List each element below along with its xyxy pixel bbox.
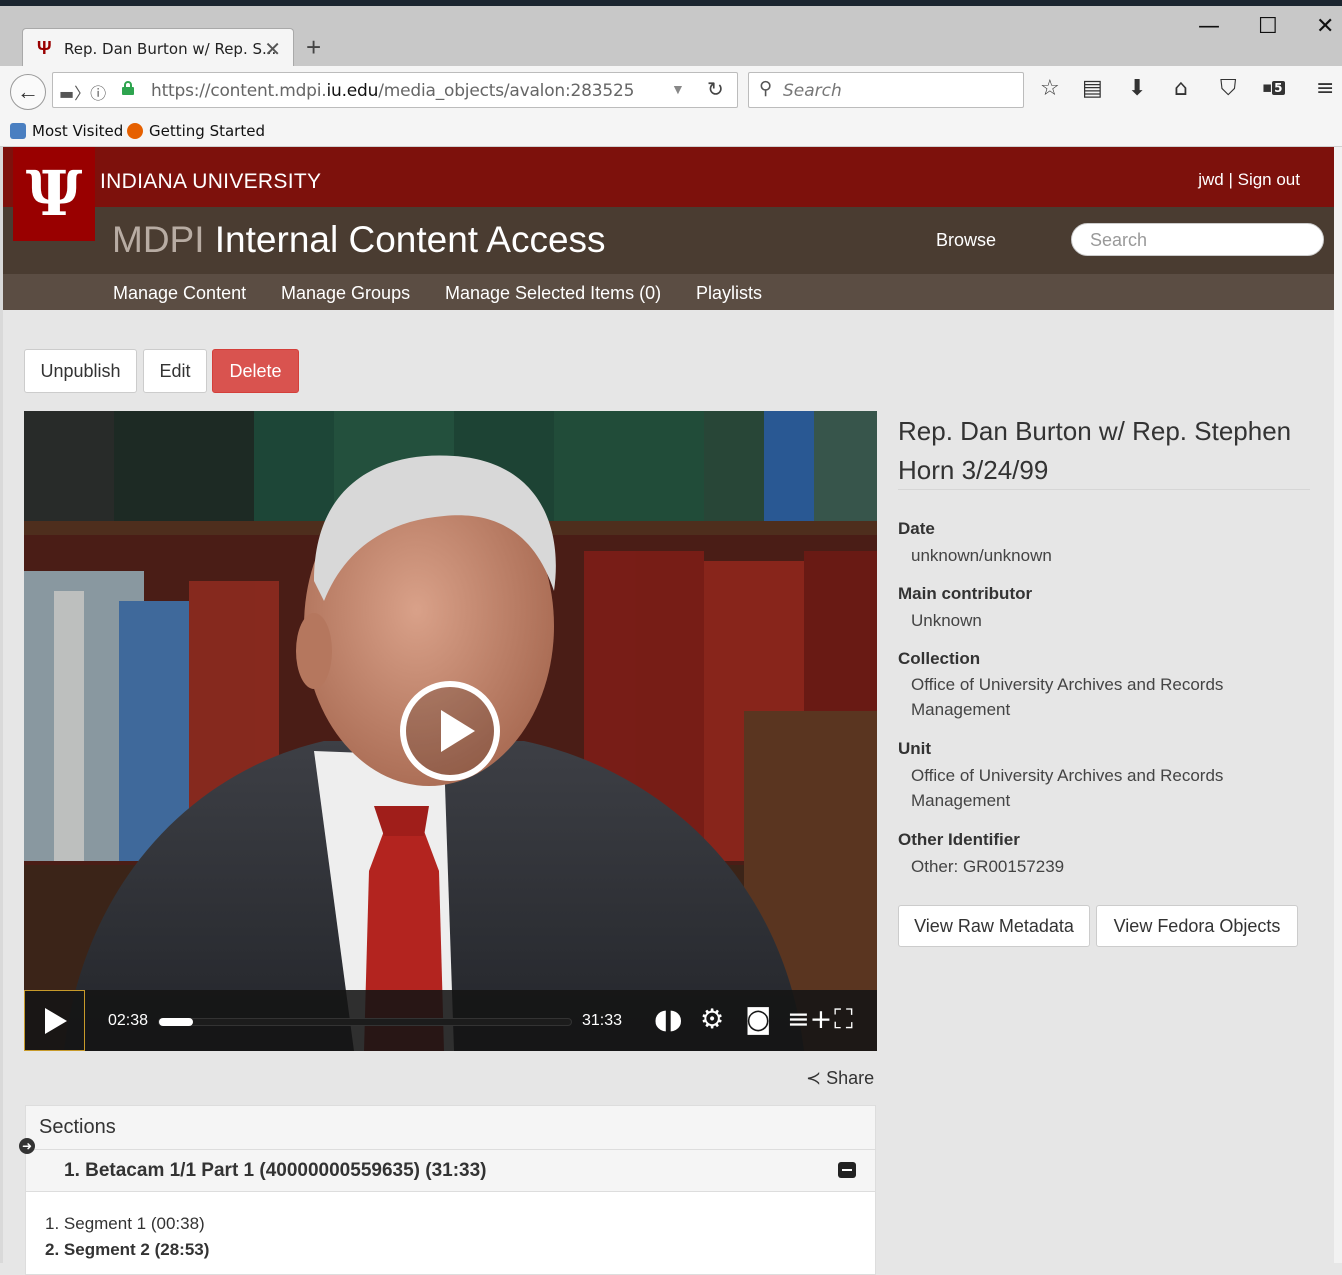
meta-value-unit: Office of University Archives and Record…: [911, 766, 1224, 810]
page-scrollbar-track[interactable]: [1334, 147, 1342, 1263]
browse-link[interactable]: Browse: [936, 230, 996, 251]
view-raw-metadata-button[interactable]: View Raw Metadata: [898, 905, 1090, 947]
navigation-toolbar: ← ▬〉ⓘ https://content.mdpi.iu.edu/media_…: [0, 66, 1342, 116]
url-dropdown-icon[interactable]: ▼: [671, 81, 685, 97]
bookmark-most-visited[interactable]: Most Visited: [10, 122, 123, 140]
meta-label-main-contributor: Main contributor: [898, 584, 1033, 603]
play-triangle-icon: [441, 710, 475, 752]
page-left-edge: [0, 147, 3, 1263]
iu-logo[interactable]: Ψ: [13, 147, 95, 241]
lock-icon: [122, 81, 134, 95]
reload-icon[interactable]: ↻: [707, 77, 724, 102]
duration: 31:33: [582, 1012, 623, 1029]
tab-close-icon[interactable]: ✕: [264, 37, 281, 62]
firefox-icon: [127, 123, 143, 139]
current-time: 02:38: [108, 1012, 149, 1029]
reading-list-icon[interactable]: ▤: [1082, 76, 1103, 101]
meta-value-other-identifier: Other: GR00157239: [911, 857, 1065, 876]
add-to-playlist-icon[interactable]: ≡+: [787, 1004, 832, 1035]
play-button[interactable]: [24, 990, 85, 1051]
bookmark-getting-started[interactable]: Getting Started: [127, 122, 265, 140]
maximize-icon[interactable]: ☐: [1258, 14, 1278, 39]
menu-manage-selected-items[interactable]: Manage Selected Items (0): [445, 283, 661, 304]
back-arrow-icon: ←: [17, 79, 39, 104]
browser-search-box[interactable]: ⚲ Search: [748, 72, 1024, 108]
meta-label-date: Date: [898, 519, 935, 538]
site-title[interactable]: MDPI Internal Content Access: [112, 219, 606, 261]
view-fedora-objects-button[interactable]: View Fedora Objects: [1096, 905, 1298, 947]
menu-manage-groups[interactable]: Manage Groups: [281, 283, 410, 304]
url-text: https://content.mdpi.iu.edu/media_object…: [151, 81, 635, 101]
url-bar[interactable]: ▬〉ⓘ https://content.mdpi.iu.edu/media_ob…: [52, 72, 738, 108]
bookmark-star-icon[interactable]: ☆: [1040, 76, 1060, 101]
user-signout-link[interactable]: jwd | Sign out: [1198, 170, 1300, 190]
back-button[interactable]: ←: [10, 74, 46, 110]
menu-playlists[interactable]: Playlists: [696, 283, 762, 304]
play-icon: [45, 1008, 67, 1034]
delete-button[interactable]: Delete: [212, 349, 299, 393]
progress-fill: [159, 1018, 194, 1026]
meta-value-collection[interactable]: Office of University Archives and Record…: [911, 672, 1291, 722]
iu-favicon-icon: Ψ: [37, 38, 52, 58]
title-divider: [898, 489, 1310, 490]
extension-badge-icon[interactable]: ▪ 5: [1262, 78, 1285, 96]
menu-hamburger-icon[interactable]: ≡: [1316, 76, 1334, 101]
new-tab-icon[interactable]: +: [306, 32, 321, 63]
segment-item-active[interactable]: 2. Segment 2 (28:53): [45, 1240, 209, 1260]
browser-search-placeholder: Search: [783, 81, 842, 101]
folder-icon: [10, 123, 26, 139]
current-segment-arrow-icon: ➜: [19, 1138, 35, 1154]
site-search-input[interactable]: Search: [1071, 223, 1324, 256]
collapse-minus-icon[interactable]: [838, 1162, 856, 1178]
tab-title: Rep. Dan Burton w/ Rep. S...: [64, 40, 277, 58]
big-play-button[interactable]: [400, 681, 500, 781]
university-name[interactable]: INDIANA UNIVERSITY: [100, 170, 321, 194]
window-close-icon[interactable]: ✕: [1316, 14, 1334, 39]
meta-value-main-contributor: Unknown: [911, 611, 982, 630]
unpublish-button[interactable]: Unpublish: [24, 349, 137, 393]
downloads-icon[interactable]: ⬇: [1128, 76, 1146, 101]
page-info-icon[interactable]: ▬〉ⓘ: [59, 80, 106, 104]
sections-header: Sections: [26, 1106, 875, 1150]
video-player[interactable]: 02:38 31:33 ◖◗ ⚙ ◙ ≡+ ⛶: [24, 411, 877, 1051]
volume-icon[interactable]: ◖◗: [654, 1004, 682, 1035]
camera-icon[interactable]: ◙: [745, 1004, 771, 1035]
meta-label-collection: Collection: [898, 649, 981, 668]
segment-item[interactable]: 1. Segment 1 (00:38): [45, 1214, 205, 1234]
section-part-label: 1. Betacam 1/1 Part 1 (40000000559635) (…: [64, 1160, 487, 1181]
search-icon: ⚲: [759, 78, 773, 98]
home-icon[interactable]: ⌂: [1174, 76, 1188, 101]
share-button[interactable]: ≺ Share: [806, 1068, 874, 1089]
item-title: Rep. Dan Burton w/ Rep. Stephen Horn 3/2…: [898, 416, 1292, 485]
tab-bar: Ψ Rep. Dan Burton w/ Rep. S... ✕ + — ☐ ✕: [0, 6, 1342, 72]
meta-value-date: unknown/unknown: [911, 546, 1052, 565]
minimize-icon[interactable]: —: [1198, 14, 1220, 39]
menu-manage-content[interactable]: Manage Content: [113, 283, 246, 304]
pocket-icon[interactable]: ⛉: [1220, 76, 1237, 101]
sections-heading: Sections: [39, 1116, 116, 1138]
edit-button[interactable]: Edit: [143, 349, 207, 393]
meta-label-other-identifier: Other Identifier: [898, 830, 1020, 849]
section-part-row[interactable]: 1. Betacam 1/1 Part 1 (40000000559635) (…: [26, 1150, 875, 1192]
fullscreen-icon[interactable]: ⛶: [834, 1004, 853, 1036]
bookmarks-toolbar: Most Visited Getting Started: [0, 116, 1342, 147]
progress-slider[interactable]: [158, 1018, 572, 1026]
meta-label-unit: Unit: [898, 739, 932, 758]
trident-icon: Ψ: [25, 157, 83, 230]
player-controls: 02:38 31:33 ◖◗ ⚙ ◙ ≡+ ⛶: [24, 990, 877, 1051]
share-icon: ≺: [806, 1068, 822, 1088]
settings-gear-icon[interactable]: ⚙: [700, 1004, 724, 1035]
